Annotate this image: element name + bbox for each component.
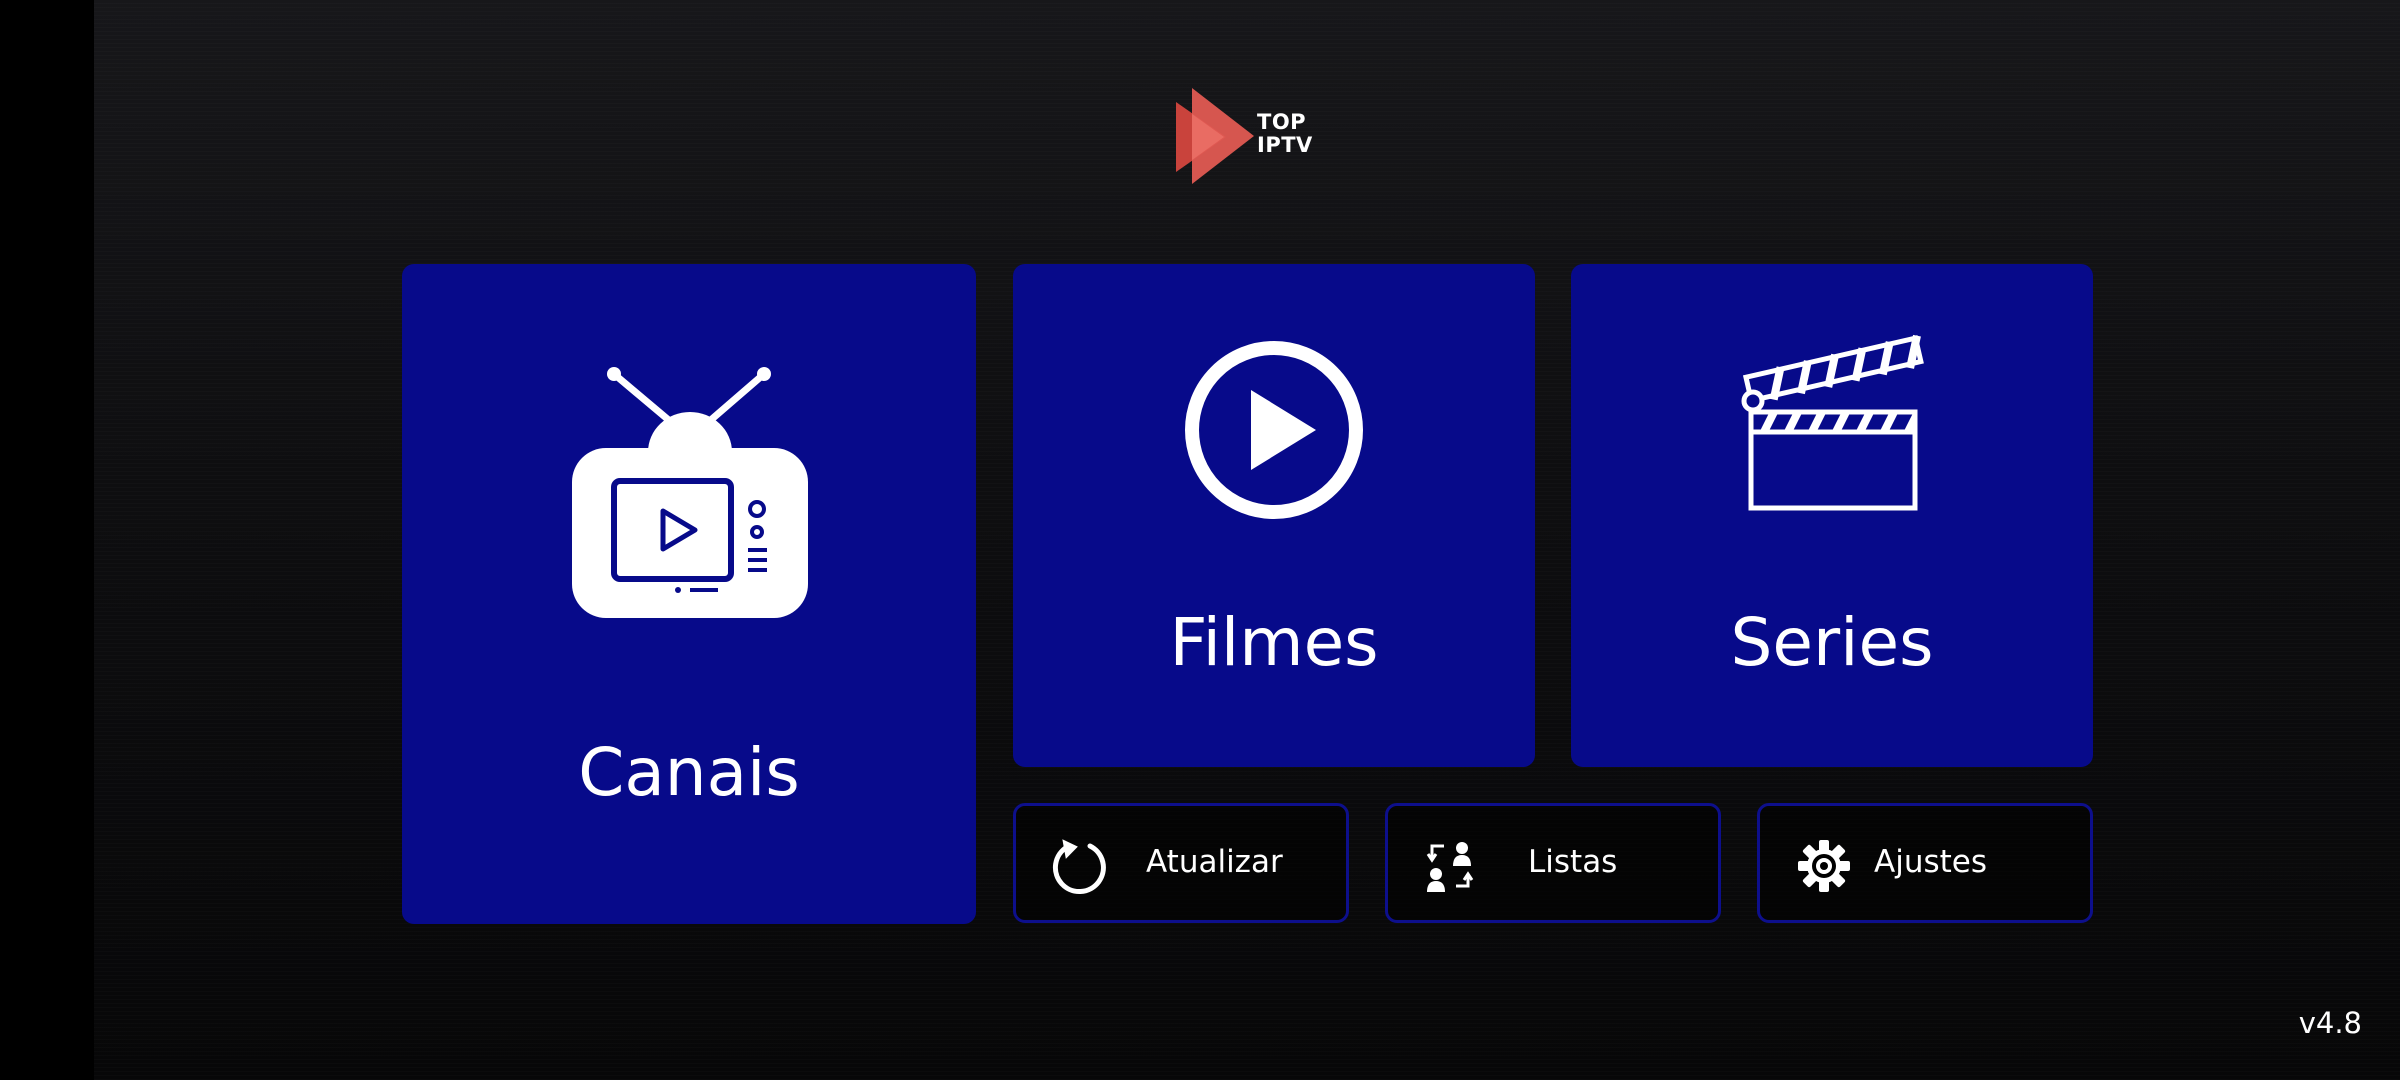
listas-label: Listas bbox=[1528, 844, 1618, 880]
canais-tile[interactable]: Canais bbox=[402, 264, 976, 924]
logo-line-top: TOP bbox=[1257, 110, 1307, 134]
logo-text: TOP IPTV bbox=[1257, 111, 1313, 157]
ajustes-label: Ajustes bbox=[1874, 844, 1987, 880]
series-label: Series bbox=[1730, 604, 1934, 681]
tv-icon bbox=[572, 367, 808, 618]
series-tile[interactable]: Series bbox=[1571, 264, 2093, 767]
logo-line-iptv: IPTV bbox=[1257, 133, 1313, 157]
switch-user-icon bbox=[1426, 842, 1474, 892]
gear-icon bbox=[1798, 840, 1850, 892]
clapperboard-icon bbox=[1741, 334, 1924, 511]
filmes-label: Filmes bbox=[1169, 604, 1379, 681]
listas-button[interactable]: Listas bbox=[1385, 803, 1721, 923]
atualizar-label: Atualizar bbox=[1146, 844, 1283, 880]
left-edge-bar bbox=[0, 0, 94, 1080]
refresh-icon bbox=[1052, 839, 1106, 895]
atualizar-button[interactable]: Atualizar bbox=[1013, 803, 1349, 923]
play-circle-icon bbox=[1185, 341, 1363, 519]
version-label: v4.8 bbox=[2298, 1006, 2362, 1040]
canais-label: Canais bbox=[578, 734, 800, 811]
filmes-tile[interactable]: Filmes bbox=[1013, 264, 1535, 767]
ajustes-button[interactable]: Ajustes bbox=[1757, 803, 2093, 923]
